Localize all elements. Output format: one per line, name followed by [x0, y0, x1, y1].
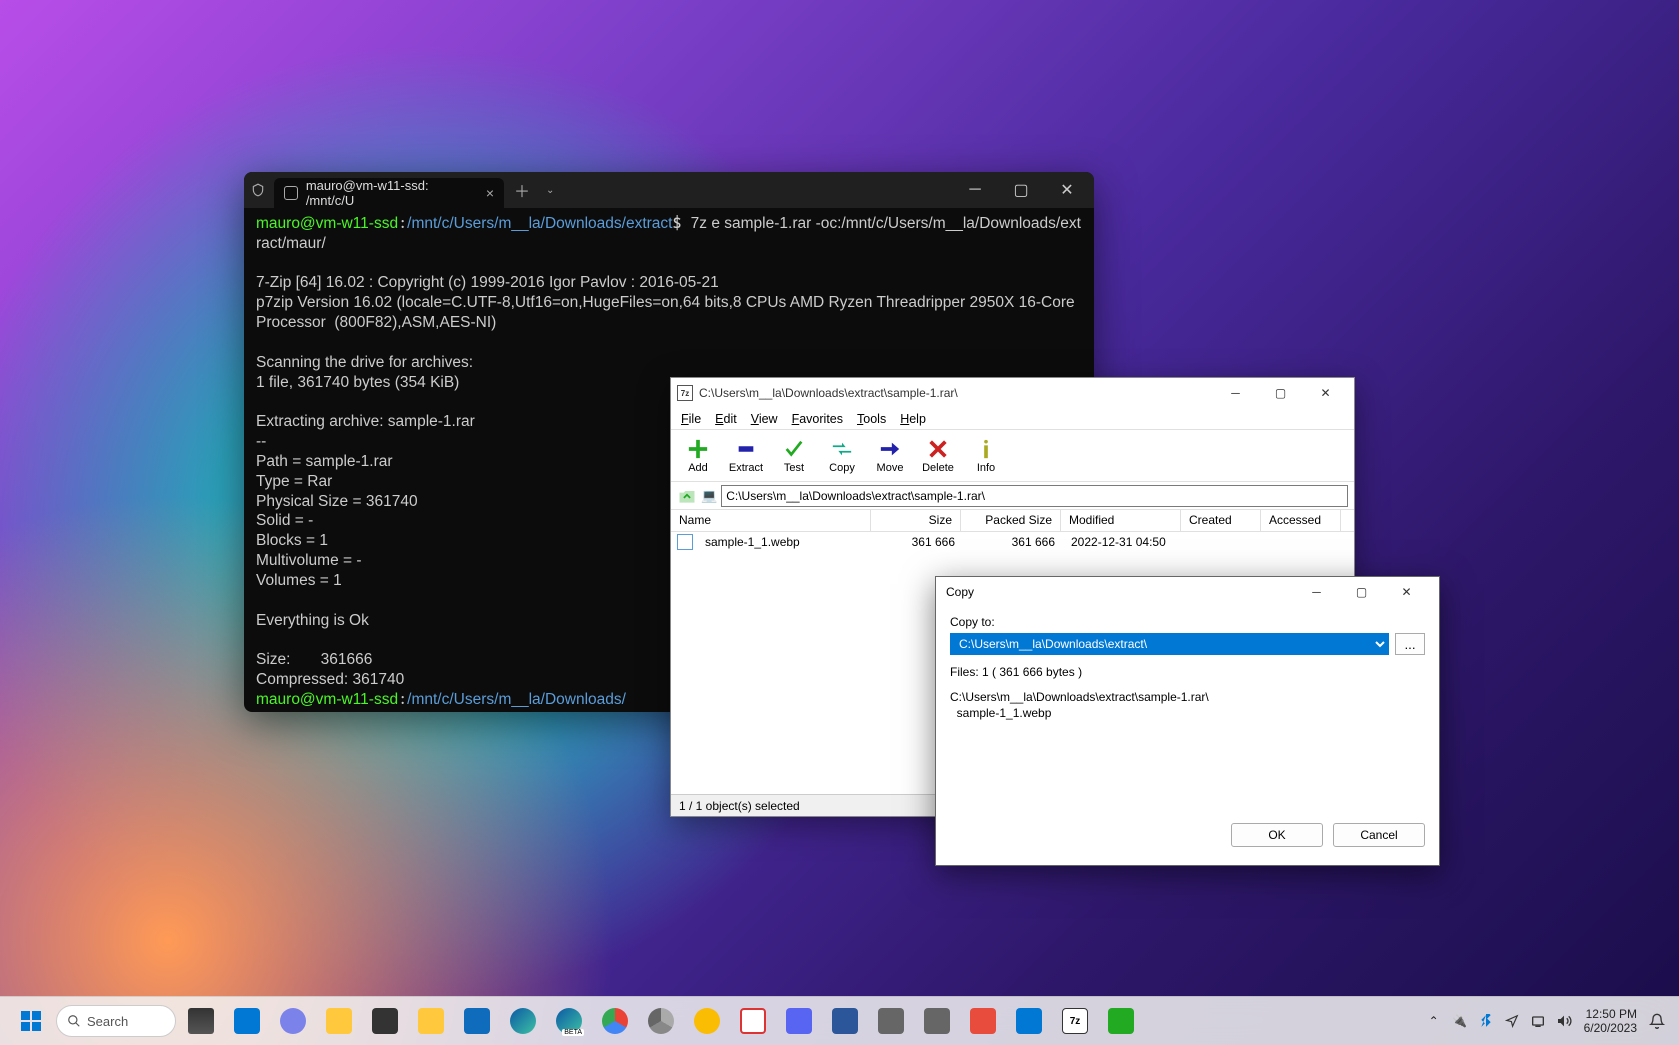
copy-files-info: Files: 1 ( 361 666 bytes ): [950, 665, 1425, 679]
status-selection: 1 / 1 object(s) selected: [679, 799, 800, 813]
move-button[interactable]: Move: [869, 438, 911, 474]
tray-usb-icon[interactable]: 🔌: [1448, 1000, 1472, 1042]
menu-help[interactable]: Help: [900, 412, 926, 426]
tab-dropdown-icon[interactable]: ⌄: [540, 185, 560, 196]
terminal-icon: [284, 186, 298, 200]
edge-button[interactable]: [502, 1000, 544, 1042]
info-button[interactable]: Info: [965, 438, 1007, 474]
terminal-tab[interactable]: mauro@vm-w11-ssd: /mnt/c/U ×: [274, 178, 504, 208]
app-button[interactable]: [778, 1000, 820, 1042]
maximize-button[interactable]: ▢: [1339, 578, 1384, 606]
copy-to-label: Copy to:: [950, 615, 1425, 629]
menu-bar: File Edit View Favorites Tools Help: [671, 408, 1354, 430]
minimize-button[interactable]: ─: [1294, 578, 1339, 606]
header-created[interactable]: Created: [1181, 510, 1261, 531]
chrome-button[interactable]: [594, 1000, 636, 1042]
file-icon: [677, 534, 693, 550]
delete-button[interactable]: Delete: [917, 438, 959, 474]
close-button[interactable]: ✕: [1044, 172, 1090, 208]
list-item[interactable]: sample-1_1.webp 361 666 361 666 2022-12-…: [671, 532, 1354, 552]
menu-file[interactable]: File: [681, 412, 701, 426]
header-name[interactable]: Name: [671, 510, 871, 531]
add-button[interactable]: Add: [677, 438, 719, 474]
snipping-tool-button[interactable]: [732, 1000, 774, 1042]
shield-icon: [248, 183, 268, 197]
taskbar-clock[interactable]: 12:50 PM 6/20/2023: [1578, 1007, 1643, 1036]
menu-tools[interactable]: Tools: [857, 412, 886, 426]
search-icon: [67, 1014, 81, 1028]
ok-button[interactable]: OK: [1231, 823, 1323, 847]
start-button[interactable]: [10, 1000, 52, 1042]
menu-edit[interactable]: Edit: [715, 412, 737, 426]
minimize-button[interactable]: ─: [1213, 379, 1258, 407]
copy-to-path[interactable]: C:\Users\m__la\Downloads\extract\: [950, 633, 1389, 655]
minimize-button[interactable]: ─: [952, 172, 998, 208]
notifications-icon[interactable]: [1645, 1000, 1669, 1042]
tray-volume-icon[interactable]: [1552, 1000, 1576, 1042]
cancel-button[interactable]: Cancel: [1333, 823, 1425, 847]
header-packed-size[interactable]: Packed Size: [961, 510, 1061, 531]
task-view-button[interactable]: [180, 1000, 222, 1042]
7zip-taskbar-button[interactable]: 7z: [1054, 1000, 1096, 1042]
app-button[interactable]: [1008, 1000, 1050, 1042]
address-bar: 💻: [671, 482, 1354, 510]
copy-file-list: C:\Users\m__la\Downloads\extract\sample-…: [950, 689, 1425, 721]
chrome-canary-button[interactable]: [686, 1000, 728, 1042]
copy-title-text: Copy: [946, 585, 974, 599]
app-button[interactable]: [1100, 1000, 1142, 1042]
terminal-app-button[interactable]: [364, 1000, 406, 1042]
chat-button[interactable]: [272, 1000, 314, 1042]
extract-button[interactable]: Extract: [725, 438, 767, 474]
file-explorer-button[interactable]: [318, 1000, 360, 1042]
copy-button[interactable]: Copy: [821, 438, 863, 474]
close-button[interactable]: ✕: [1303, 379, 1348, 407]
terminal-titlebar[interactable]: mauro@vm-w11-ssd: /mnt/c/U × ＋ ⌄ ─ ▢ ✕: [244, 172, 1094, 208]
7zip-app-icon: 7z: [677, 385, 693, 401]
tray-location-icon[interactable]: [1500, 1000, 1524, 1042]
tab-close-icon[interactable]: ×: [486, 185, 494, 201]
header-modified[interactable]: Modified: [1061, 510, 1181, 531]
outlook-button[interactable]: [456, 1000, 498, 1042]
copy-titlebar[interactable]: Copy ─ ▢ ✕: [936, 577, 1439, 607]
app-button[interactable]: [962, 1000, 1004, 1042]
7zip-title: C:\Users\m__la\Downloads\extract\sample-…: [699, 386, 958, 400]
maximize-button[interactable]: ▢: [998, 172, 1044, 208]
header-size[interactable]: Size: [871, 510, 961, 531]
menu-favorites[interactable]: Favorites: [792, 412, 843, 426]
column-headers[interactable]: Name Size Packed Size Modified Created A…: [671, 510, 1354, 532]
test-button[interactable]: Test: [773, 438, 815, 474]
menu-view[interactable]: View: [751, 412, 778, 426]
chrome-dev-button[interactable]: [640, 1000, 682, 1042]
tray-chevron-icon[interactable]: ⌃: [1422, 1000, 1446, 1042]
app-button[interactable]: [916, 1000, 958, 1042]
copy-body: Copy to: C:\Users\m__la\Downloads\extrac…: [936, 607, 1439, 865]
computer-icon: 💻: [701, 488, 717, 504]
app-button[interactable]: [870, 1000, 912, 1042]
tray-bluetooth-icon[interactable]: [1474, 1000, 1498, 1042]
taskbar: Search BETA 7z ⌃ 🔌 12:50 PM 6/20/2023: [0, 996, 1679, 1045]
tab-title: mauro@vm-w11-ssd: /mnt/c/U: [306, 178, 478, 208]
edge-beta-button[interactable]: BETA: [548, 1000, 590, 1042]
close-button[interactable]: ✕: [1384, 578, 1429, 606]
search-box[interactable]: Search: [56, 1005, 176, 1037]
header-accessed[interactable]: Accessed: [1261, 510, 1341, 531]
explorer-app-button[interactable]: [410, 1000, 452, 1042]
toolbar: Add Extract Test Copy Move Delete Info: [671, 430, 1354, 482]
copy-dialog: Copy ─ ▢ ✕ Copy to: C:\Users\m__la\Downl…: [935, 576, 1440, 866]
maximize-button[interactable]: ▢: [1258, 379, 1303, 407]
tray-network-icon[interactable]: [1526, 1000, 1550, 1042]
address-input[interactable]: [721, 485, 1348, 507]
browse-button[interactable]: ...: [1395, 633, 1425, 655]
new-tab-button[interactable]: ＋: [504, 178, 540, 202]
up-folder-icon[interactable]: [677, 486, 697, 506]
widgets-button[interactable]: [226, 1000, 268, 1042]
app-button[interactable]: [824, 1000, 866, 1042]
7zip-titlebar[interactable]: 7z C:\Users\m__la\Downloads\extract\samp…: [671, 378, 1354, 408]
